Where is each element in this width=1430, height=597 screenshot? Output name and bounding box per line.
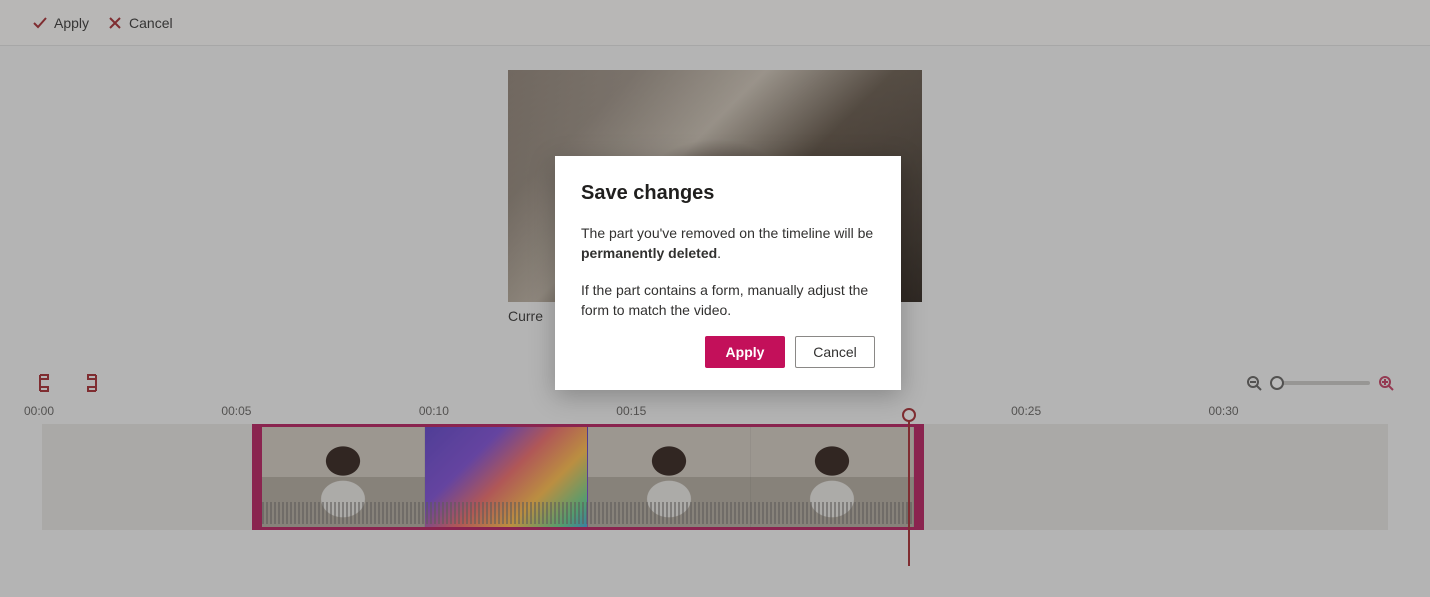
dialog-apply-button[interactable]: Apply xyxy=(705,336,785,368)
save-changes-dialog: Save changes The part you've removed on … xyxy=(555,156,901,390)
dialog-warning-text: The part you've removed on the timeline … xyxy=(581,223,875,264)
dialog-title: Save changes xyxy=(581,182,875,205)
dialog-info-text: If the part contains a form, manually ad… xyxy=(581,280,875,321)
dialog-cancel-button[interactable]: Cancel xyxy=(795,336,875,368)
